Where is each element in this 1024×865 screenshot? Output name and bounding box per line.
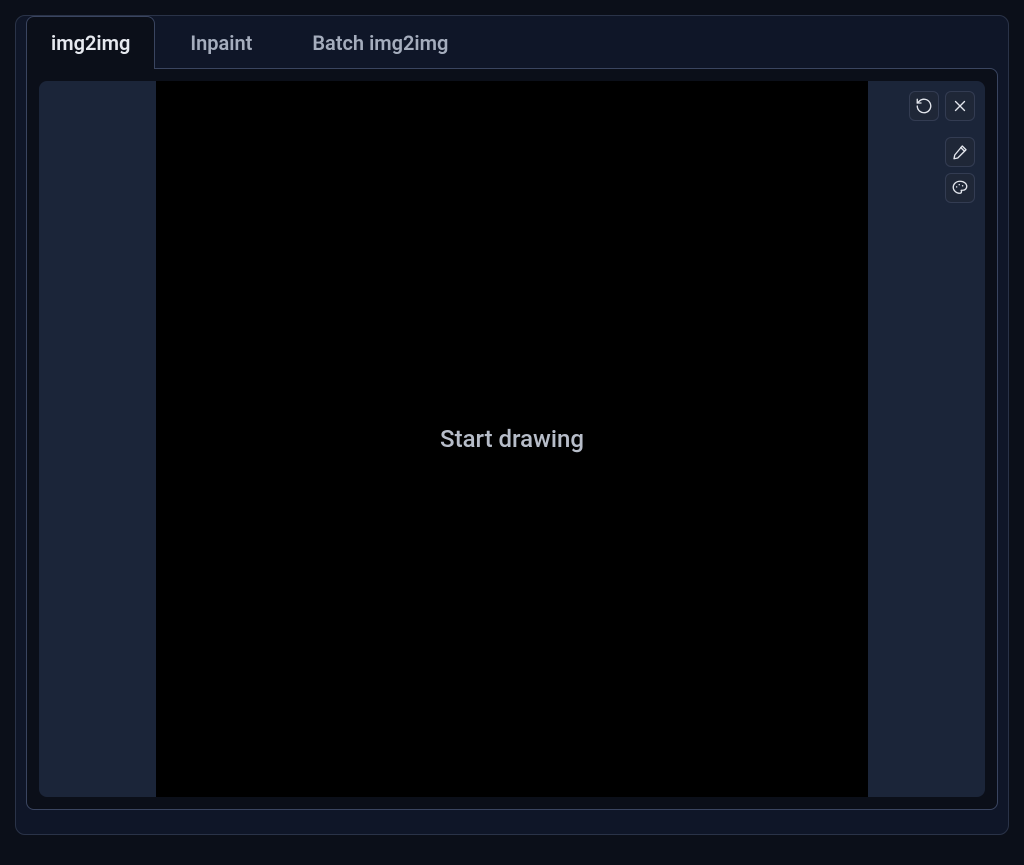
canvas-placeholder-text: Start drawing (440, 425, 584, 453)
tab-bar: img2img Inpaint Batch img2img (16, 16, 1008, 69)
canvas-toolbar-right (945, 137, 975, 203)
tab-inpaint[interactable]: Inpaint (165, 16, 277, 69)
undo-button[interactable] (909, 91, 939, 121)
color-picker-button[interactable] (945, 173, 975, 203)
main-panel: img2img Inpaint Batch img2img Start draw… (15, 15, 1009, 835)
brush-icon (951, 143, 969, 161)
tab-img2img[interactable]: img2img (26, 16, 155, 69)
drawing-canvas[interactable]: Start drawing (156, 81, 868, 797)
canvas-toolbar-top (909, 91, 975, 121)
brush-button[interactable] (945, 137, 975, 167)
close-icon (951, 97, 969, 115)
canvas-wrapper: Start drawing (39, 81, 985, 797)
tab-label: Inpaint (190, 31, 252, 55)
undo-icon (915, 97, 933, 115)
content-frame: Start drawing (26, 68, 998, 810)
close-button[interactable] (945, 91, 975, 121)
palette-icon (951, 179, 969, 197)
tab-label: Batch img2img (312, 31, 448, 55)
tab-batch-img2img[interactable]: Batch img2img (287, 16, 473, 69)
tab-label: img2img (51, 31, 130, 55)
